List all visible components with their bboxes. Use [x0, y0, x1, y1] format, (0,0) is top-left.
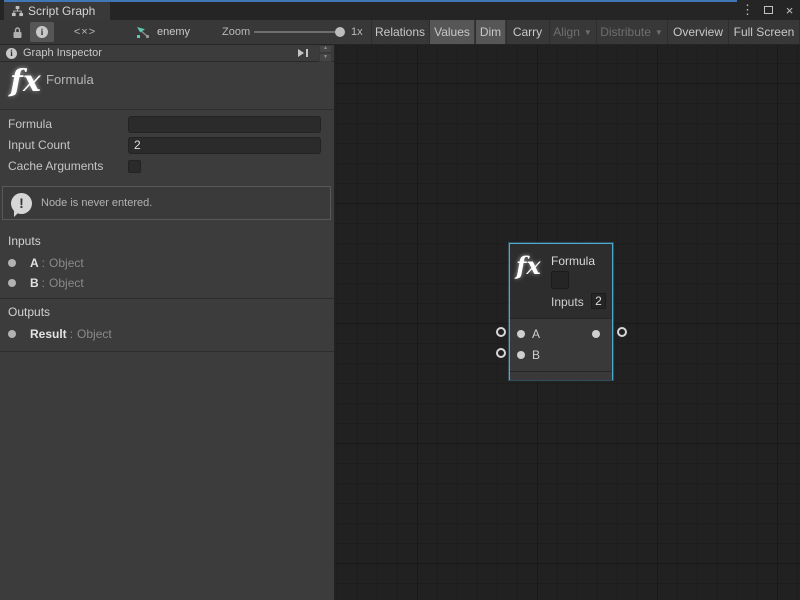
dock-panel-button[interactable]: [293, 46, 313, 61]
fullscreen-button[interactable]: Full Screen: [728, 20, 800, 44]
scroll-up-button[interactable]: ▲: [319, 45, 332, 54]
graph-ref-label: enemy: [157, 26, 190, 38]
port-type: Object: [49, 276, 84, 290]
close-icon[interactable]: ×: [781, 1, 798, 19]
inspector-title: Graph Inspector: [23, 47, 102, 59]
maximize-icon[interactable]: [760, 1, 777, 19]
tab-label: Script Graph: [28, 4, 95, 18]
exclamation-glyph: !: [11, 193, 32, 214]
code-brackets-icon: <×>: [74, 26, 96, 38]
port-separator: :: [42, 276, 45, 290]
tab-script-graph[interactable]: Script Graph: [4, 2, 110, 20]
lock-button[interactable]: [6, 22, 28, 42]
node-title: Formula: [551, 254, 595, 268]
node-inputs-label: Inputs: [551, 295, 584, 309]
cache-arguments-field-label: Cache Arguments: [8, 159, 128, 173]
tab-bar: Script Graph ⋮ ×: [0, 0, 800, 20]
unit-fields-section: Formula Input Count Cache Arguments: [0, 111, 334, 181]
distribute-dropdown[interactable]: Distribute ▼: [596, 20, 666, 44]
formula-field-label: Formula: [8, 117, 128, 131]
distribute-label: Distribute: [600, 25, 651, 39]
input-count-input[interactable]: [128, 137, 321, 154]
port-separator: :: [70, 327, 73, 341]
warning-box: ! Node is never entered.: [2, 186, 331, 220]
output-proxy-port[interactable]: [617, 327, 627, 337]
port-type: Object: [49, 256, 84, 270]
warning-icon: !: [11, 193, 32, 214]
node-formula-field[interactable]: [551, 271, 569, 289]
outputs-header: Outputs: [8, 305, 50, 319]
graph-hierarchy-icon: [12, 6, 23, 17]
list-item: B : Object: [8, 276, 84, 290]
graph-inspector-panel: i Graph Inspector ▲ ▼ fx Formula Formula: [0, 45, 335, 600]
cache-arguments-checkbox[interactable]: [128, 160, 141, 173]
info-icon: i: [36, 26, 48, 38]
formula-node-header: fx Formula Inputs 2: [510, 244, 612, 318]
port-separator: :: [42, 256, 45, 270]
dock-right-icon: [297, 48, 309, 58]
input-count-field-label: Input Count: [8, 138, 128, 152]
node-inputs-count-field[interactable]: 2: [591, 293, 606, 309]
output-port-icon[interactable]: [592, 330, 600, 338]
panel-scroll-spinners: ▲ ▼: [319, 45, 332, 62]
focus-indicator: [4, 0, 737, 2]
formula-input[interactable]: [128, 116, 321, 133]
unit-title-section: fx Formula: [0, 62, 334, 110]
zoom-slider-knob[interactable]: [335, 27, 345, 37]
variables-toggle-button[interactable]: <×>: [62, 22, 108, 42]
formula-node-footer: [510, 371, 612, 380]
relations-button[interactable]: Relations: [371, 20, 428, 44]
input-port-a-label: A: [532, 327, 540, 341]
formula-node-ports: A B: [510, 318, 612, 371]
port-name: Result: [30, 327, 67, 341]
script-graph-window: Script Graph ⋮ × i <×>: [0, 0, 800, 600]
inspector-toggle-button[interactable]: i: [30, 22, 54, 42]
info-icon: i: [6, 48, 17, 59]
fx-icon: fx: [516, 251, 541, 280]
input-port-a-icon[interactable]: [517, 330, 525, 338]
graph-breadcrumb[interactable]: enemy: [136, 20, 190, 44]
input-proxy-port-b[interactable]: [496, 348, 506, 358]
list-item: Result : Object: [8, 327, 112, 341]
graph-toolbar: i <×> enemy Zoom 1x Relations Values Dim…: [0, 20, 800, 45]
list-item: A : Object: [8, 256, 84, 270]
port-dot-icon: [8, 279, 16, 287]
align-label: Align: [553, 25, 580, 39]
port-name: B: [30, 276, 39, 290]
dim-button[interactable]: Dim: [475, 20, 505, 44]
inputs-section: Inputs A : Object B : Object: [0, 228, 334, 299]
inspector-header: i Graph Inspector ▲ ▼: [0, 45, 334, 62]
lock-icon: [12, 26, 23, 39]
input-port-b-label: B: [532, 348, 540, 362]
port-name: A: [30, 256, 39, 270]
inputs-header: Inputs: [8, 234, 41, 248]
zoom-value: 1x: [351, 20, 363, 44]
overview-button[interactable]: Overview: [667, 20, 728, 44]
graph-pointer-icon: [136, 26, 151, 39]
zoom-label: Zoom: [222, 20, 250, 44]
graph-canvas[interactable]: fx Formula Inputs 2 A B: [335, 45, 800, 600]
carry-button[interactable]: Carry: [506, 20, 548, 44]
window-controls: ⋮ ×: [739, 0, 798, 20]
caret-down-icon: ▼: [655, 28, 663, 37]
caret-down-icon: ▼: [584, 28, 592, 37]
align-dropdown[interactable]: Align ▼: [549, 20, 595, 44]
outputs-section: Outputs Result : Object: [0, 299, 334, 352]
zoom-slider[interactable]: [254, 31, 344, 33]
port-dot-icon: [8, 330, 16, 338]
unit-title: Formula: [46, 72, 94, 87]
port-dot-icon: [8, 259, 16, 267]
menu-dots-icon[interactable]: ⋮: [739, 1, 756, 19]
input-port-b-icon[interactable]: [517, 351, 525, 359]
input-proxy-port-a[interactable]: [496, 327, 506, 337]
warning-text: Node is never entered.: [41, 197, 152, 209]
scroll-down-button[interactable]: ▼: [319, 53, 332, 62]
values-button[interactable]: Values: [429, 20, 474, 44]
fx-icon: fx: [10, 64, 41, 99]
formula-node[interactable]: fx Formula Inputs 2 A B: [509, 243, 613, 380]
port-type: Object: [77, 327, 112, 341]
